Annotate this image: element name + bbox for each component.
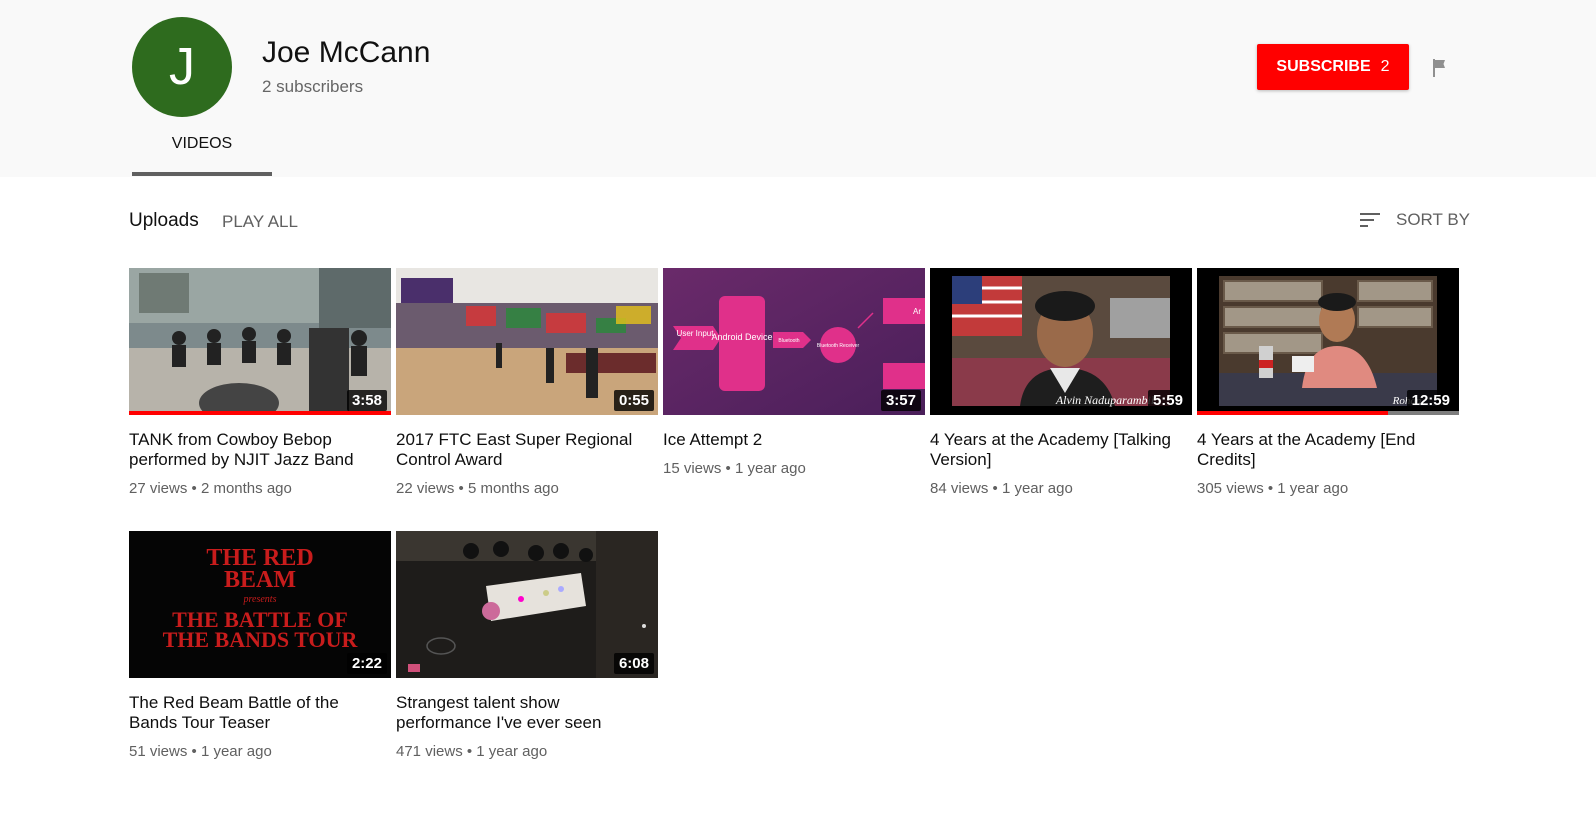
video-card[interactable]: Rohan 12:59 4 Years at the Academy [End … (1197, 268, 1459, 497)
video-thumbnail[interactable]: 3:58 (129, 268, 391, 415)
upload-age: 1 year ago (1277, 480, 1349, 497)
thumbnail-title-text: BEAM (224, 567, 296, 593)
thumbnail-caption: Alvin Naduparambil (1055, 393, 1155, 407)
watch-progress-bar (1197, 411, 1389, 415)
video-thumbnail[interactable]: THE RED BEAM presents THE BATTLE OF THE … (129, 531, 391, 678)
video-thumbnail[interactable]: User Input Android Device Bluetooth Blue… (663, 268, 925, 415)
diagram-label: Ar (913, 307, 921, 316)
video-card[interactable]: 0:55 2017 FTC East Super Regional Contro… (396, 268, 658, 497)
video-title[interactable]: 4 Years at the Academy [End Credits] (1197, 430, 1459, 470)
channel-name: Joe McCann (262, 36, 431, 69)
video-card[interactable]: 3:58 TANK from Cowboy Bebop performed by… (129, 268, 391, 497)
video-meta: 305 views • 1 year ago (1197, 480, 1349, 497)
view-count: 15 views (663, 460, 722, 477)
diagram-label: User Input (677, 329, 715, 338)
view-count: 84 views (930, 480, 989, 497)
video-thumbnail[interactable]: Alvin Naduparambil 5:59 (930, 268, 1192, 415)
video-meta: 84 views • 1 year ago (930, 480, 1073, 497)
video-meta: 27 views • 2 months ago (129, 480, 292, 497)
view-count: 471 views (396, 743, 463, 760)
video-card[interactable]: User Input Android Device Bluetooth Blue… (663, 268, 925, 477)
upload-age: 2 months ago (200, 480, 292, 497)
upload-age: 1 year ago (1001, 480, 1073, 497)
video-duration: 3:58 (346, 390, 387, 411)
channel-header: J Joe McCann 2 subscribers SUBSCRIBE 2 V… (0, 0, 1596, 177)
video-duration: 0:55 (613, 390, 654, 411)
upload-age: 5 months ago (467, 480, 559, 497)
view-count: 22 views (396, 480, 455, 497)
channel-avatar[interactable]: J (132, 17, 232, 117)
view-count: 51 views (129, 743, 188, 760)
video-duration: 3:57 (880, 390, 921, 411)
video-thumbnail[interactable]: Rohan 12:59 (1197, 268, 1459, 415)
subscriber-count: 2 subscribers (262, 77, 364, 96)
uploads-title: Uploads (129, 210, 199, 231)
sort-icon (1360, 213, 1380, 227)
video-thumbnail[interactable]: 6:08 (396, 531, 658, 678)
subscribe-count: 2 (1380, 58, 1390, 75)
diagram-label: Android Device (711, 332, 772, 342)
diagram-label: Bluetooth Receiver (817, 343, 860, 349)
upload-age: 1 year ago (476, 743, 548, 760)
video-title[interactable]: The Red Beam Battle of the Bands Tour Te… (129, 693, 391, 733)
video-card[interactable]: 6:08 Strangest talent show performance I… (396, 531, 658, 760)
upload-age: 1 year ago (200, 743, 272, 760)
thumbnail-title-text: presents (243, 594, 277, 605)
sort-by-button[interactable]: SORT BY (1358, 208, 1470, 232)
video-meta: 15 views • 1 year ago (663, 460, 806, 477)
video-title[interactable]: 4 Years at the Academy [Talking Version] (930, 430, 1192, 470)
video-duration: 12:59 (1406, 390, 1455, 411)
video-meta: 22 views • 5 months ago (396, 480, 559, 497)
thumbnail-title-text: THE BANDS TOUR (163, 627, 359, 652)
video-duration: 6:08 (613, 653, 654, 674)
watch-progress-bar (129, 411, 391, 415)
video-duration: 5:59 (1147, 390, 1188, 411)
flag-icon[interactable] (1428, 56, 1452, 80)
tab-videos[interactable]: VIDEOS (132, 120, 272, 176)
view-count: 27 views (129, 480, 188, 497)
video-thumbnail[interactable]: 0:55 (396, 268, 658, 415)
upload-age: 1 year ago (734, 460, 806, 477)
video-title[interactable]: TANK from Cowboy Bebop performed by NJIT… (129, 430, 391, 470)
video-meta: 471 views • 1 year ago (396, 743, 548, 760)
video-card[interactable]: Alvin Naduparambil 5:59 4 Years at the A… (930, 268, 1192, 497)
video-card[interactable]: THE RED BEAM presents THE BATTLE OF THE … (129, 531, 391, 760)
video-title[interactable]: 2017 FTC East Super Regional Control Awa… (396, 430, 658, 470)
subscribe-button[interactable]: SUBSCRIBE 2 (1257, 44, 1409, 90)
view-count: 305 views (1197, 480, 1264, 497)
diagram-label: Bluetooth (778, 338, 799, 344)
video-title[interactable]: Strangest talent show performance I've e… (396, 693, 658, 733)
video-duration: 2:22 (346, 653, 387, 674)
video-title[interactable]: Ice Attempt 2 (663, 430, 925, 450)
video-meta: 51 views • 1 year ago (129, 743, 272, 760)
tab-underline (132, 172, 272, 176)
subscribe-label: SUBSCRIBE (1276, 58, 1371, 75)
sort-by-label: SORT BY (1396, 210, 1471, 229)
play-all-button[interactable]: PLAY ALL (222, 212, 298, 232)
